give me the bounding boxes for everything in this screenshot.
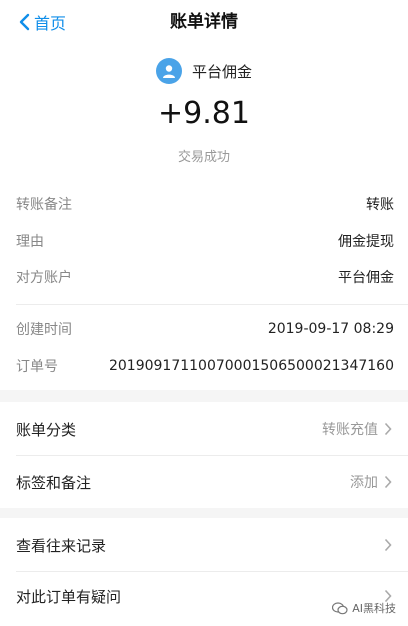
tags-notes-row[interactable]: 标签和备注 添加 [16,456,392,508]
detail-value: 佣金提现 [338,234,394,250]
payee: 平台佣金 [0,58,408,84]
detail-label: 创建时间 [16,322,72,338]
bill-category-row[interactable]: 账单分类 转账充值 [16,403,392,455]
detail-row-counterparty: 对方账户 平台佣金 [16,259,394,295]
nav-bar: 首页 账单详情 [0,0,408,44]
divider [16,304,408,305]
detail-value: 转账 [366,197,394,213]
detail-row-order-number: 订单号 20190917110070001506500021347160 [16,348,394,384]
row-label: 查看往来记录 [16,536,107,555]
detail-row-reason: 理由 佣金提现 [16,223,394,259]
row-value: 转账充值 [322,422,378,438]
transaction-status: 交易成功 [177,150,230,165]
chevron-right-icon [384,475,392,489]
chevron-right-icon [384,422,392,436]
detail-label: 理由 [16,234,44,250]
view-history-row[interactable]: 查看往来记录 [16,519,392,571]
detail-value: 20190917110070001506500021347160 [108,358,394,374]
row-value: 添加 [350,475,378,491]
detail-label: 对方账户 [16,270,72,286]
row-label: 账单分类 [16,420,77,439]
watermark: AI黑科技 [332,600,396,616]
detail-row-remark: 转账备注 转账 [16,186,394,222]
detail-value: 2019-09-17 08:29 [267,321,394,337]
detail-value: 平台佣金 [338,270,394,286]
transaction-summary: 平台佣金 +9.81 交易成功 [0,44,408,182]
page-title: 账单详情 [170,12,238,32]
detail-row-created-time: 创建时间 2019-09-17 08:29 [16,311,394,347]
row-label: 标签和备注 [16,473,92,492]
payee-name: 平台佣金 [191,62,252,81]
detail-label: 订单号 [16,359,58,375]
detail-label: 转账备注 [16,197,72,213]
chevron-right-icon [384,538,392,552]
user-avatar-icon [155,58,182,84]
transaction-details: 转账备注 转账 理由 佣金提现 对方账户 平台佣金 创建时间 2019-09-1… [0,182,408,390]
amount: +9.81 [158,96,250,131]
bill-settings-card: 账单分类 转账充值 标签和备注 添加 [0,402,408,508]
wechat-logo-icon [332,601,348,614]
watermark-text: AI黑科技 [352,602,396,615]
row-label: 对此订单有疑问 [16,587,122,606]
